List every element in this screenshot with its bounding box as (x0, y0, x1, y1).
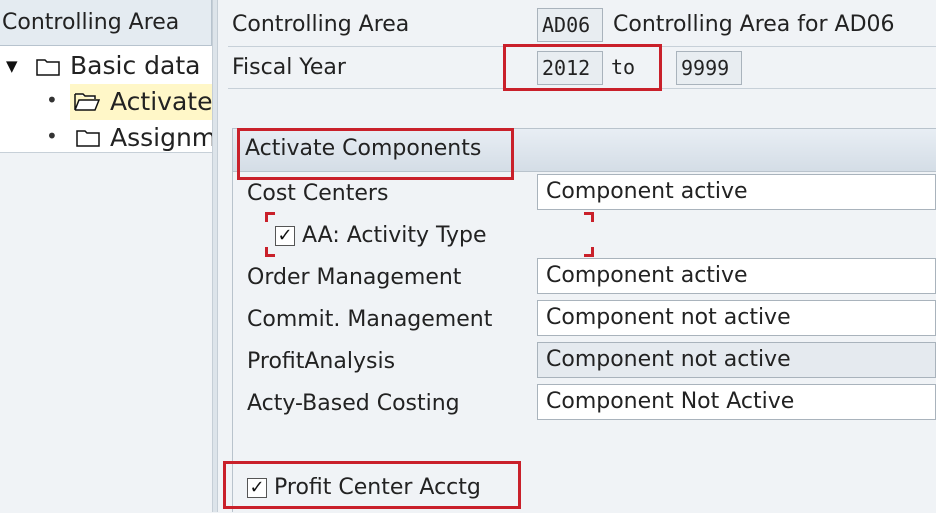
bullet-icon: • (46, 124, 58, 148)
activity-type-checkbox[interactable]: ✓ (275, 226, 295, 246)
bullet-icon: • (46, 88, 58, 112)
pane-splitter[interactable] (212, 0, 218, 512)
bracket-corner (265, 247, 275, 257)
tree-item-label: Assignm (110, 123, 212, 152)
tree-item-label: Activate (110, 87, 212, 116)
folder-icon (76, 128, 100, 147)
bracket-corner (584, 212, 594, 222)
activity-type-label: AA: Activity Type (302, 223, 487, 248)
bracket-corner (584, 247, 594, 257)
commit-management-dropdown[interactable]: Component not active (537, 300, 936, 336)
tree-item-basic-data[interactable]: ▼ Basic data (0, 48, 212, 84)
cost-centers-dropdown[interactable]: Component active (537, 174, 936, 210)
fiscal-year-label: Fiscal Year (232, 55, 346, 80)
profit-analysis-dropdown: Component not active (537, 342, 936, 378)
open-folder-icon (74, 91, 100, 111)
tree-item-assignment[interactable]: Assignm (70, 120, 212, 156)
profit-analysis-label: ProfitAnalysis (247, 349, 396, 374)
controlling-area-label: Controlling Area (232, 12, 410, 37)
controlling-area-description: Controlling Area for AD06 (613, 12, 895, 37)
folder-icon (36, 57, 60, 76)
tree-item-label: Basic data (70, 51, 201, 80)
navigation-tree: Controlling Area ▼ Basic data Activate •… (0, 0, 212, 513)
controlling-area-field: AD06 (537, 8, 603, 42)
tree-header: Controlling Area (0, 0, 212, 46)
order-management-label: Order Management (247, 265, 462, 290)
acty-based-costing-dropdown[interactable]: Component Not Active (537, 384, 936, 420)
tree-empty-area (0, 152, 212, 513)
tree-item-activate[interactable]: Activate (70, 84, 212, 120)
profit-center-highlight (223, 461, 521, 509)
fiscal-year-highlight (503, 44, 662, 91)
group-title-highlight (237, 128, 514, 180)
acty-based-costing-label: Acty-Based Costing (247, 391, 460, 416)
commit-management-label: Commit. Management (247, 307, 493, 332)
bracket-corner (265, 212, 275, 222)
order-management-dropdown[interactable]: Component active (537, 258, 936, 294)
expand-arrow-icon[interactable]: ▼ (6, 48, 18, 84)
fiscal-year-to-field: 9999 (676, 51, 742, 85)
cost-centers-label: Cost Centers (247, 181, 389, 206)
